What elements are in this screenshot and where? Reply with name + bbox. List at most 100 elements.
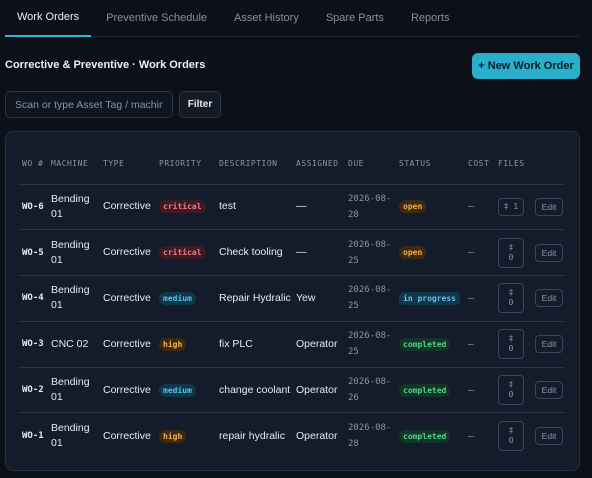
column-header-due: DUE [344,144,395,185]
wo-number: WO-1 [22,431,44,442]
status-cell: completed [395,413,464,459]
cost-cell: – [468,429,474,442]
attachment-icon: ‡ [508,288,514,298]
wo-number: WO-6 [18,184,47,231]
tab-asset-history[interactable]: Asset History [222,0,311,37]
column-header-type: TYPE [99,144,155,185]
tab-work-orders[interactable]: Work Orders [5,0,92,37]
type-cell: Corrective [99,275,155,322]
table-row[interactable]: WO-6 Bending 01 Corrective critical test… [18,184,565,231]
type-cell: Corrective [99,321,155,368]
main-tabs: Work Orders Preventive Schedule Asset Hi… [5,0,580,37]
asset-search-input[interactable] [5,91,173,118]
assigned-cell: Operator [292,367,344,414]
actions-cell: Edit [531,413,565,459]
assigned-cell: — [292,229,344,277]
description-cell: change coolant [215,367,292,414]
status-cell: completed [395,321,464,368]
tab-spare-parts[interactable]: Spare Parts [314,0,396,37]
actions-cell: Edit [531,184,565,231]
priority-cell: critical [155,184,215,231]
attachments-button[interactable]: ‡ 0 [498,237,524,268]
edit-button[interactable]: Edit [535,243,563,262]
description-cell: Check tooling [215,229,292,277]
attachment-icon: ‡ [503,201,509,211]
actions-cell: Edit [531,229,565,277]
files-cell: ‡ 0 [494,413,531,459]
table-row[interactable]: WO-4 Bending 01 Corrective medium Repair… [18,275,565,322]
edit-button[interactable]: Edit [535,289,563,308]
files-cell: ‡ 0 [494,321,531,368]
column-header-actions [531,144,565,185]
files-cell: ‡ 1 [494,184,531,231]
table-row[interactable]: WO-5 Bending 01 Corrective critical Chec… [18,229,565,277]
actions-cell: Edit [531,321,565,368]
machine-cell: CNC 02 [47,321,99,368]
column-header-files: FILES [494,144,531,185]
priority-badge: high [159,337,187,351]
priority-badge: medium [159,291,196,305]
table-row[interactable]: WO-1 Bending 01 Corrective high repair h… [18,413,565,459]
status-badge: completed [399,383,451,397]
attachment-icon: ‡ [508,380,514,390]
wo-number: WO-4 [18,275,47,322]
description-cell: Repair Hydralic [215,275,292,322]
priority-cell: medium [155,367,215,414]
table-row[interactable]: WO-3 CNC 02 Corrective high fix PLC Oper… [18,321,565,368]
machine-cell: Bending 01 [47,229,99,277]
assigned-cell: Operator [296,429,338,442]
new-work-order-button[interactable]: + New Work Order [472,53,580,79]
attachments-count: 0 [508,298,514,308]
type-cell: Corrective [99,229,155,277]
tab-reports[interactable]: Reports [399,0,462,37]
due-date-cell: 2026-08-26 [344,367,395,414]
attachments-count: 0 [508,390,514,400]
attachments-button[interactable]: ‡ 1 [498,197,524,216]
edit-button[interactable]: Edit [535,197,563,216]
priority-cell: high [155,321,215,368]
attachments-button[interactable]: ‡ 0 [498,329,524,360]
due-date-cell: 2026-08-28 [348,423,392,450]
attachment-icon: ‡ [508,334,514,344]
description-cell: test [215,184,292,231]
column-header-machine: MACHINE [47,144,99,185]
priority-cell: critical [155,229,215,277]
priority-cell: medium [155,275,215,322]
description-cell: fix PLC [215,321,292,368]
machine-cell: Bending 01 [47,275,99,322]
table-row[interactable]: WO-2 Bending 01 Corrective medium change… [18,367,565,414]
filter-button[interactable]: Filter [179,91,221,118]
cost-cell: – [464,184,494,231]
cost-cell: – [464,367,494,414]
attachments-button[interactable]: ‡ 0 [498,421,524,452]
wo-number: WO-5 [18,229,47,277]
files-cell: ‡ 0 [494,229,531,277]
cost-cell: – [464,275,494,322]
files-cell: ‡ 0 [494,367,531,414]
attachments-button[interactable]: ‡ 0 [498,375,524,406]
type-cell: Corrective [103,429,151,442]
column-header-description: DESCRIPTION [215,144,292,185]
status-cell: open [395,184,464,231]
tab-preventive-schedule[interactable]: Preventive Schedule [94,0,219,37]
work-orders-panel: WO # MACHINE TYPE PRIORITY DESCRIPTION A… [5,131,580,471]
edit-button[interactable]: Edit [535,427,563,446]
edit-button[interactable]: Edit [535,335,563,354]
edit-button[interactable]: Edit [535,381,563,400]
wo-number: WO-3 [18,321,47,368]
work-orders-table-body: WO-6 Bending 01 Corrective critical test… [18,184,565,459]
status-cell: completed [395,367,464,414]
due-date-cell: 2026-08-25 [344,321,395,368]
attachment-icon: ‡ [508,426,514,436]
cost-cell: – [464,321,494,368]
column-header-wo: WO # [18,144,47,185]
table-header-row: WO # MACHINE TYPE PRIORITY DESCRIPTION A… [18,144,565,185]
status-badge: open [399,246,427,260]
cost-cell: – [464,229,494,277]
attachments-button[interactable]: ‡ 0 [498,283,524,314]
column-header-priority: PRIORITY [155,144,215,185]
actions-cell: Edit [531,275,565,322]
status-badge: completed [399,337,451,351]
attachments-count: 1 [513,201,519,211]
priority-badge: medium [159,383,196,397]
